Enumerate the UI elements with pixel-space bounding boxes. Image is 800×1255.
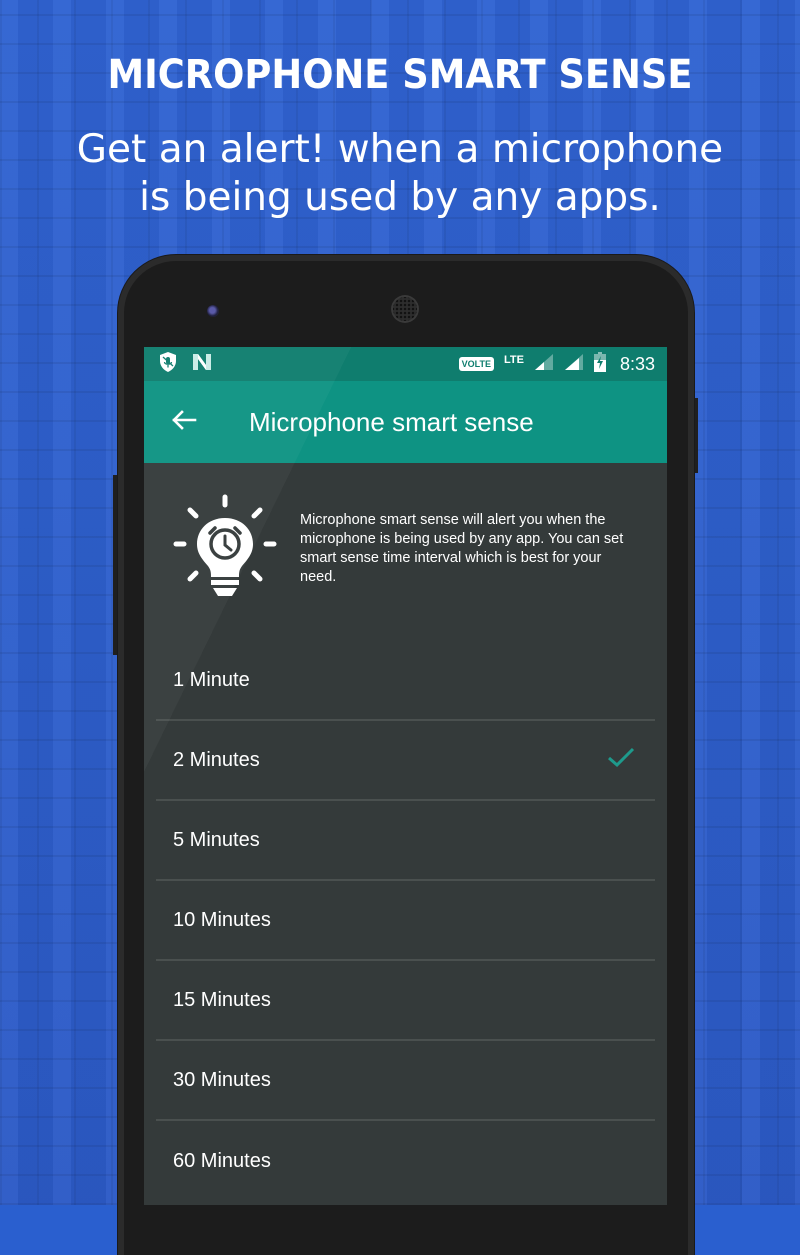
interval-label: 10 Minutes <box>173 908 271 931</box>
network-type: LTE <box>503 354 524 366</box>
front-camera <box>207 305 219 317</box>
checkmark-icon <box>607 746 635 774</box>
app-bar: Microphone smart sense <box>144 381 667 463</box>
promo-title: MICROPHONE SMART SENSE <box>107 52 693 98</box>
interval-label: 1 Minute <box>173 668 250 691</box>
status-bar: VOLTE LTE 8:33 <box>144 347 667 381</box>
intro-section: Microphone smart sense will alert you wh… <box>144 463 667 641</box>
interval-option-30-minutes[interactable]: 30 Minutes <box>156 1041 655 1121</box>
shield-mic-icon <box>158 351 178 378</box>
battery-charging-icon <box>593 351 606 377</box>
signal-icon-2 <box>564 353 584 376</box>
n-logo-icon <box>192 353 212 376</box>
interval-option-1-minute[interactable]: 1 Minute <box>156 641 655 721</box>
phone-screen: VOLTE LTE 8:33 Microphone smart sense Mi… <box>144 347 667 1205</box>
interval-label: 2 Minutes <box>173 748 260 771</box>
interval-label: 15 Minutes <box>173 988 271 1011</box>
app-title: Microphone smart sense <box>249 406 534 437</box>
back-button[interactable] <box>144 407 224 438</box>
intro-description: Microphone smart sense will alert you wh… <box>300 512 624 585</box>
interval-option-2-minutes[interactable]: 2 Minutes <box>156 721 655 801</box>
interval-option-15-minutes[interactable]: 15 Minutes <box>156 961 655 1041</box>
interval-option-10-minutes[interactable]: 10 Minutes <box>156 881 655 961</box>
signal-icon-1 <box>534 353 554 376</box>
promo-subtitle-line-2: is being used by any apps. <box>139 175 661 220</box>
volte-badge: VOLTE <box>458 357 494 371</box>
interval-label: 30 Minutes <box>173 1068 271 1091</box>
clock: 8:33 <box>619 353 655 374</box>
promo-subtitle: Get an alert! when a microphone is being… <box>0 126 800 222</box>
lightbulb-clock-icon <box>173 494 277 596</box>
interval-label: 5 Minutes <box>173 828 260 851</box>
interval-label: 60 Minutes <box>173 1149 271 1172</box>
interval-option-5-minutes[interactable]: 5 Minutes <box>156 801 655 881</box>
interval-option-60-minutes[interactable]: 60 Minutes <box>156 1121 655 1201</box>
promo-subtitle-line-1: Get an alert! when a microphone <box>76 127 724 172</box>
earpiece-speaker <box>391 295 419 323</box>
arrow-left-icon <box>171 407 197 438</box>
interval-list: 1 Minute 2 Minutes 5 Minutes 10 Minutes … <box>156 641 655 1201</box>
